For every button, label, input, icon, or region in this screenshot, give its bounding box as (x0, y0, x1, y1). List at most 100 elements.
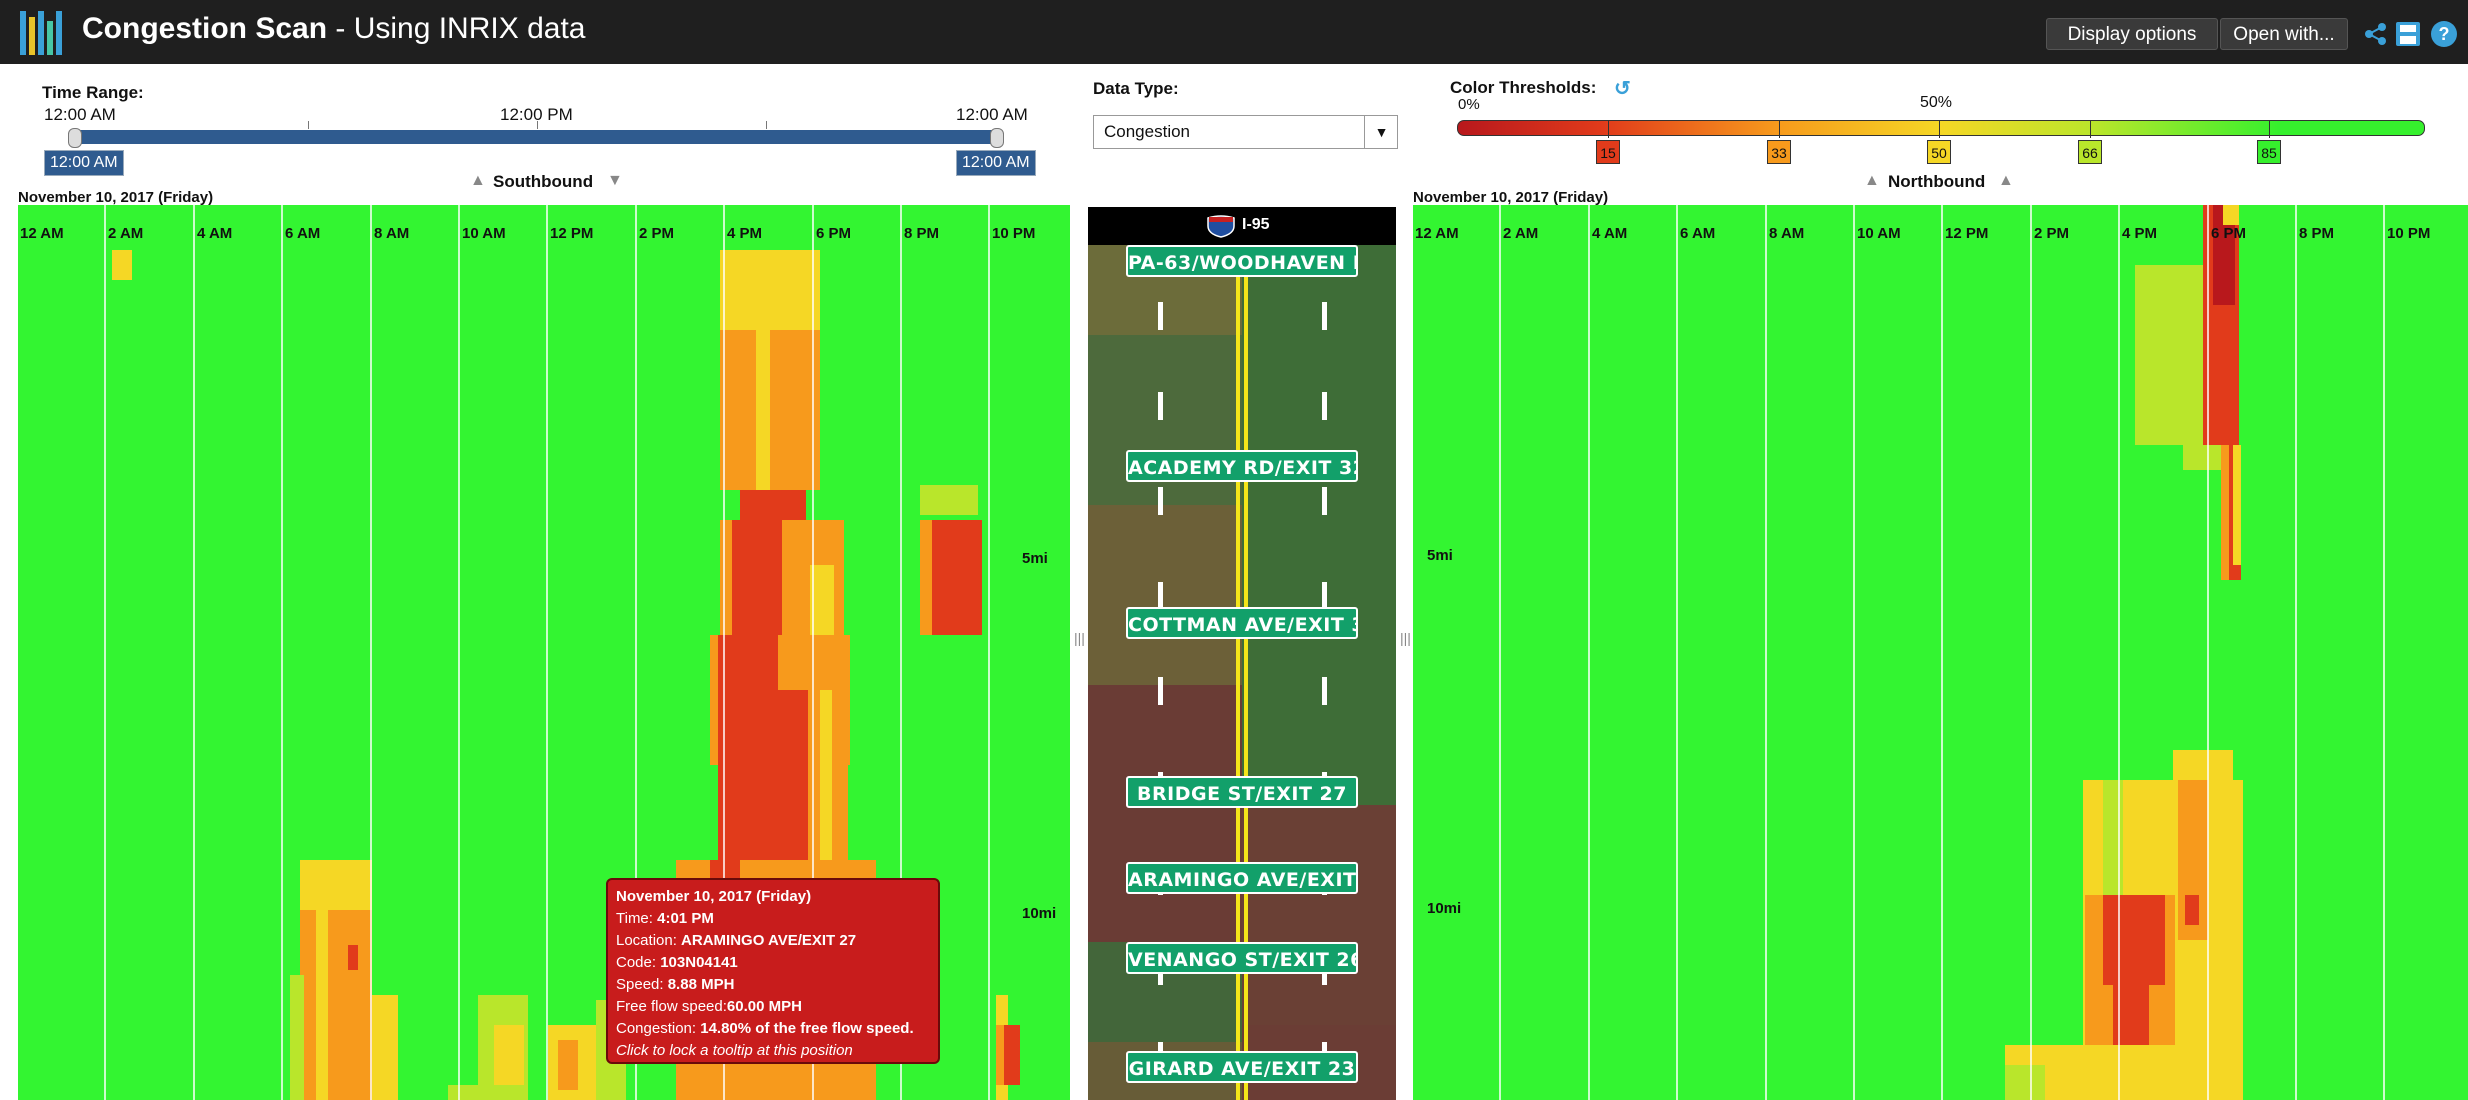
hour-tick-label: 6 AM (1680, 225, 1716, 242)
hour-tick-label: 6 PM (2211, 225, 2247, 242)
exit-sign[interactable]: PA-63/WOODHAVEN R... (1126, 245, 1358, 277)
road-segment (1088, 505, 1242, 685)
hover-tooltip[interactable]: November 10, 2017 (Friday) Time: 4:01 PM… (606, 878, 940, 1064)
hour-tick-label: 12 AM (1415, 225, 1459, 242)
slider-tick (537, 121, 538, 129)
hour-gridline (2207, 205, 2209, 1100)
congestion-cell (558, 1040, 578, 1090)
lane-dash (1322, 392, 1327, 420)
hour-tick-label: 12 PM (550, 225, 594, 242)
congestion-cell (996, 1025, 1004, 1085)
tooltip-date: November 10, 2017 (Friday) (616, 888, 812, 905)
reset-icon[interactable]: ↺ (1614, 76, 1631, 101)
congestion-cell (756, 330, 770, 490)
exit-sign[interactable]: GIRARD AVE/EXIT 23 (1126, 1051, 1358, 1083)
hour-tick-label: 8 PM (904, 225, 940, 242)
interstate-shield-icon (1207, 215, 1235, 238)
hour-tick-label: 6 AM (285, 225, 321, 242)
data-type-label: Data Type: (1093, 79, 1179, 98)
hour-tick-label: 10 PM (2387, 225, 2431, 242)
exit-sign[interactable]: BRIDGE ST/EXIT 27 (1126, 776, 1358, 808)
threshold-divider (2090, 120, 2091, 138)
hour-tick-label: 8 PM (2299, 225, 2335, 242)
congestion-cell (372, 995, 398, 1100)
threshold-divider (1939, 120, 1940, 138)
road-segment (1242, 245, 1396, 805)
hour-gridline (370, 205, 372, 1100)
mile-marker-10: 10mi (1427, 900, 1462, 917)
hour-gridline (281, 205, 283, 1100)
congestion-cell (448, 1085, 478, 1100)
arrow-down-icon: ▼ (607, 172, 623, 189)
congestion-cell (732, 520, 782, 635)
lane-dash (1322, 582, 1327, 610)
hour-tick-label: 2 PM (639, 225, 675, 242)
lane-dash (1158, 302, 1163, 330)
hour-tick-label: 10 PM (992, 225, 1036, 242)
exit-sign[interactable]: VENANGO ST/EXIT 26 (1126, 942, 1358, 974)
app-title: Congestion Scan - Using INRIX data (82, 12, 586, 45)
display-options-button[interactable]: Display options (2046, 18, 2218, 50)
slider-end-handle[interactable] (990, 128, 1004, 148)
lane-dash (1322, 677, 1327, 705)
congestion-cell (2173, 750, 2233, 780)
congestion-cell (720, 330, 820, 490)
threshold-divider (1779, 120, 1780, 138)
congestion-cell (2103, 895, 2165, 985)
slider-start-handle[interactable] (68, 128, 82, 148)
threshold-marker-85[interactable]: 85 (2257, 140, 2281, 164)
help-icon[interactable]: ? (2430, 20, 2458, 48)
hour-tick-label: 8 AM (374, 225, 410, 242)
congestion-cell (720, 250, 820, 330)
slider-tick (308, 121, 309, 129)
mile-marker-5: 5mi (1022, 550, 1048, 567)
exit-sign[interactable]: COTTMAN AVE/EXIT 30 (1126, 607, 1358, 639)
time-range-label: Time Range: (42, 83, 144, 102)
arrow-up-icon: ▲ (470, 172, 486, 189)
congestion-cell (920, 485, 978, 515)
threshold-divider (1608, 120, 1609, 138)
threshold-marker-15[interactable]: 15 (1596, 140, 1620, 164)
hour-tick-label: 12 AM (20, 225, 64, 242)
road-segment (1242, 805, 1396, 1025)
save-icon[interactable] (2394, 20, 2422, 48)
hour-gridline (2030, 205, 2032, 1100)
share-icon[interactable] (2362, 20, 2390, 48)
threshold-marker-33[interactable]: 33 (1767, 140, 1791, 164)
hour-gridline (1765, 205, 1767, 1100)
hour-tick-label: 4 AM (1592, 225, 1628, 242)
hour-gridline (104, 205, 106, 1100)
lane-dash (1158, 677, 1163, 705)
hour-gridline (1499, 205, 1501, 1100)
hour-gridline (193, 205, 195, 1100)
hour-gridline (458, 205, 460, 1100)
hour-tick-label: 8 AM (1769, 225, 1805, 242)
exit-sign[interactable]: ARAMINGO AVE/EXIT 27 (1126, 862, 1358, 894)
left-splitter-handle[interactable]: ||| (1074, 630, 1085, 646)
exit-sign[interactable]: ACADEMY RD/EXIT 32 (1126, 450, 1358, 482)
threshold-marker-66[interactable]: 66 (2078, 140, 2102, 164)
northbound-date: November 10, 2017 (Friday) (1413, 189, 1609, 206)
right-splitter-handle[interactable]: ||| (1400, 630, 1411, 646)
chevron-down-icon[interactable]: ▼ (1364, 115, 1398, 149)
time-tick-left: 12:00 AM (44, 105, 116, 124)
hour-gridline (546, 205, 548, 1100)
congestion-cell (348, 945, 358, 970)
lane-dash (1158, 582, 1163, 610)
northbound-heatmap[interactable]: 12 AM 2 AM 4 AM 6 AM 8 AM 10 AM 12 PM 2 … (1413, 205, 2468, 1100)
tooltip-free-flow: Free flow speed:60.00 MPH (616, 998, 802, 1015)
congestion-cell (316, 860, 328, 1100)
threshold-marker-50[interactable]: 50 (1927, 140, 1951, 164)
lane-dash (1158, 392, 1163, 420)
threshold-divider (2269, 120, 2270, 138)
northbound-label: Northbound (1888, 172, 1986, 191)
hour-tick-label: 4 PM (727, 225, 763, 242)
open-with-button[interactable]: Open with... (2220, 18, 2348, 50)
svg-text:?: ? (2439, 24, 2450, 44)
tooltip-hint: Click to lock a tooltip at this position (616, 1042, 853, 1059)
road-name: I-95 (1242, 216, 1270, 233)
time-range-slider[interactable] (74, 130, 1000, 144)
hour-gridline (2383, 205, 2385, 1100)
hour-tick-label: 4 PM (2122, 225, 2158, 242)
congestion-cell (2221, 445, 2229, 580)
